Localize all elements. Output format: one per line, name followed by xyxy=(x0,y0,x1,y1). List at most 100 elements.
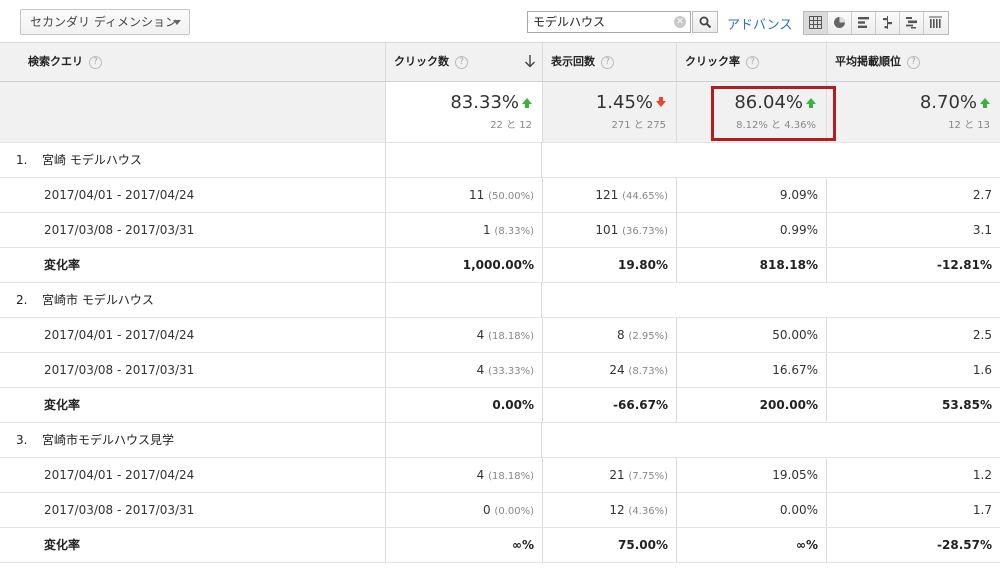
date-range-row: 2017/04/01 - 2017/04/24 4 (18.18%) 8 (2.95… xyxy=(0,318,1000,353)
pivot-view-button[interactable] xyxy=(924,12,948,34)
total-position-compare: 12 と 13 xyxy=(948,120,990,131)
view-switcher xyxy=(803,11,949,35)
position-value: -12.81% xyxy=(937,258,992,272)
position-value: 1.7 xyxy=(972,503,992,517)
ctr-value: ∞% xyxy=(795,538,818,552)
help-icon[interactable]: ? xyxy=(601,56,614,69)
impressions-cell: 21 (7.75%) xyxy=(542,458,676,492)
share-percent: (8.33%) xyxy=(494,226,534,237)
ctr-cell: 16.67% xyxy=(676,353,826,387)
data-table: 検索クエリ? クリック数? 表示回数? クリック率? 平均掲載順位? 83.33… xyxy=(0,42,1000,563)
share-percent: (44.65%) xyxy=(622,191,668,202)
position-cell: 3.1 xyxy=(826,213,1000,247)
help-icon[interactable]: ? xyxy=(746,56,759,69)
ctr-value: 818.18% xyxy=(759,258,818,272)
term-cloud-view-button[interactable] xyxy=(900,12,924,34)
report-toolbar: セカンダリ ディメンション モデルハウス ✕ アドバンス xyxy=(0,0,1000,42)
impressions-value: 75.00% xyxy=(618,538,668,552)
change-rate-row: 変化率 ∞% 75.00% ∞% -28.57% xyxy=(0,528,1000,563)
clicks-cell: 0 (0.00%) xyxy=(385,493,542,527)
share-percent: (18.18%) xyxy=(488,331,534,342)
help-icon[interactable]: ? xyxy=(89,56,102,69)
position-cell: 2.7 xyxy=(826,178,1000,212)
clicks-value: ∞% xyxy=(511,538,534,552)
ctr-value: 200.00% xyxy=(759,398,818,412)
query-label[interactable]: 宮崎 モデルハウス xyxy=(42,153,142,167)
impressions-cell: 121 (44.65%) xyxy=(542,178,676,212)
clicks-cell: 11 (50.00%) xyxy=(385,178,542,212)
help-icon[interactable]: ? xyxy=(455,56,468,69)
date-range-row: 2017/04/01 - 2017/04/24 11 (50.00%) 121 (4… xyxy=(0,178,1000,213)
table-filter-input[interactable]: モデルハウス ✕ xyxy=(527,11,691,33)
clicks-cell: 1 (8.33%) xyxy=(385,213,542,247)
row-index: 2. xyxy=(16,293,28,307)
impressions-value: 12 xyxy=(609,503,625,517)
table-view-button[interactable] xyxy=(804,12,828,34)
header-clicks-label: クリック数 xyxy=(394,55,449,68)
position-cell: 53.85% xyxy=(826,388,1000,422)
date-range-row: 2017/03/08 - 2017/03/31 0 (0.00%) 12 (4.36… xyxy=(0,493,1000,528)
secondary-dimension-label: セカンダリ ディメンション xyxy=(30,15,177,29)
clear-icon[interactable]: ✕ xyxy=(674,16,686,28)
search-icon xyxy=(699,16,712,29)
header-position[interactable]: 平均掲載順位? xyxy=(826,43,1000,81)
position-cell: 1.7 xyxy=(826,493,1000,527)
share-percent: (8.73%) xyxy=(628,366,668,377)
secondary-dimension-select[interactable]: セカンダリ ディメンション xyxy=(20,9,190,35)
advanced-filter-link[interactable]: アドバンス xyxy=(727,14,792,33)
clicks-value: 11 xyxy=(468,188,485,202)
header-query[interactable]: 検索クエリ? xyxy=(0,43,385,81)
total-clicks: 83.33% 22 と 12 xyxy=(385,82,542,142)
query-group-row[interactable]: 1. 宮崎 モデルハウス xyxy=(0,143,1000,178)
comparison-view-button[interactable] xyxy=(876,12,900,34)
query-group-row[interactable]: 2. 宮崎市 モデルハウス xyxy=(0,283,1000,318)
ctr-value: 0.00% xyxy=(779,503,818,517)
ctr-cell: 19.05% xyxy=(676,458,826,492)
row-index: 1. xyxy=(16,153,28,167)
pie-view-button[interactable] xyxy=(828,12,852,34)
impressions-value: 8 xyxy=(616,328,625,342)
date-range-label: 変化率 xyxy=(44,398,81,412)
clicks-value: 1,000.00% xyxy=(462,258,534,272)
share-percent: (50.00%) xyxy=(488,191,534,202)
help-icon[interactable]: ? xyxy=(907,56,920,69)
clicks-value: 4 xyxy=(476,328,485,342)
position-cell: 1.2 xyxy=(826,458,1000,492)
share-percent: (33.33%) xyxy=(488,366,534,377)
query-label[interactable]: 宮崎市 モデルハウス xyxy=(42,293,154,307)
impressions-cell: 19.80% xyxy=(542,248,676,282)
impressions-cell: 12 (4.36%) xyxy=(542,493,676,527)
ctr-value: 50.00% xyxy=(772,328,818,342)
position-cell: 2.5 xyxy=(826,318,1000,352)
total-impressions: 1.45% 271 と 275 xyxy=(542,82,676,142)
totals-row: 83.33% 22 と 12 1.45% 271 と 275 86.04% 8.… xyxy=(0,82,1000,143)
query-label[interactable]: 宮崎市モデルハウス見学 xyxy=(42,433,174,447)
header-ctr[interactable]: クリック率? xyxy=(676,43,826,81)
up-arrow-icon xyxy=(980,98,990,108)
total-impressions-value: 1.45% xyxy=(595,92,653,113)
performance-view-button[interactable] xyxy=(852,12,876,34)
impressions-value: 19.80% xyxy=(618,258,668,272)
date-range-label: 2017/03/08 - 2017/03/31 xyxy=(44,223,195,237)
search-button[interactable] xyxy=(692,11,718,33)
position-value: 2.7 xyxy=(972,188,992,202)
header-impressions[interactable]: 表示回数? xyxy=(542,43,676,81)
query-group-row[interactable]: 3. 宮崎市モデルハウス見学 xyxy=(0,423,1000,458)
ctr-cell: 0.00% xyxy=(676,493,826,527)
position-value: -28.57% xyxy=(937,538,992,552)
clicks-cell: 4 (18.18%) xyxy=(385,318,542,352)
ctr-cell: 200.00% xyxy=(676,388,826,422)
date-range-row: 2017/03/08 - 2017/03/31 4 (33.33%) 24 (8.7… xyxy=(0,353,1000,388)
clicks-value: 1 xyxy=(482,223,491,237)
clicks-value: 0 xyxy=(482,503,491,517)
change-rate-row: 変化率 0.00% -66.67% 200.00% 53.85% xyxy=(0,388,1000,423)
pie-view-icon xyxy=(834,17,845,28)
clicks-value: 4 xyxy=(476,468,485,482)
header-clicks[interactable]: クリック数? xyxy=(385,43,542,81)
date-range-row: 2017/04/01 - 2017/04/24 4 (18.18%) 21 (7.7… xyxy=(0,458,1000,493)
comparison-view-icon xyxy=(883,16,892,29)
sort-desc-icon[interactable] xyxy=(524,54,536,68)
position-cell: -12.81% xyxy=(826,248,1000,282)
ctr-cell: 818.18% xyxy=(676,248,826,282)
clicks-cell: 4 (33.33%) xyxy=(385,353,542,387)
